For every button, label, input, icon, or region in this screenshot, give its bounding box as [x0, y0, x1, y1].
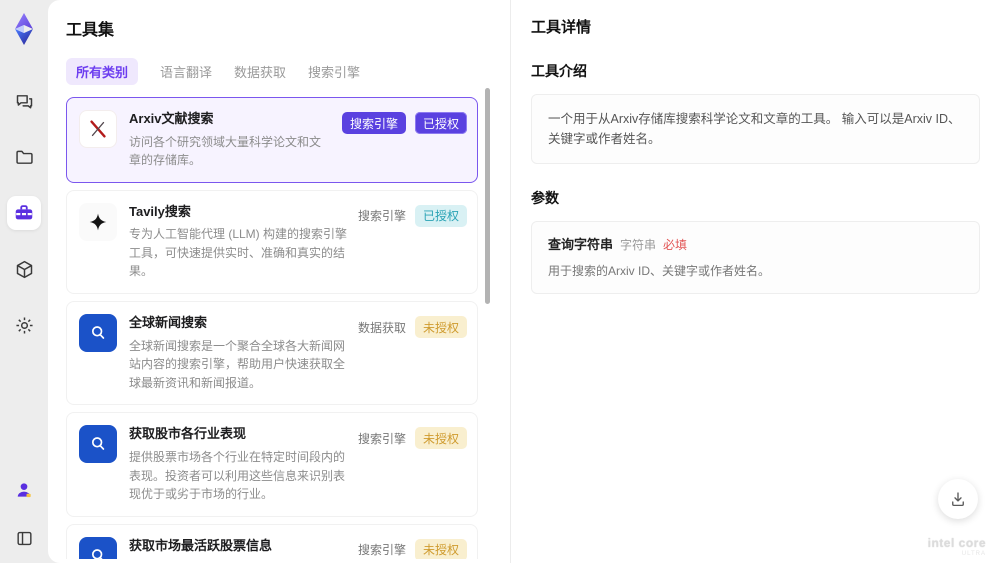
intel-core-logo: intel core ULTRA: [928, 537, 986, 557]
tab-data-fetch[interactable]: 数据获取: [234, 62, 286, 81]
panel-collapse-icon: [15, 529, 34, 548]
nav-toolbox[interactable]: [7, 196, 41, 230]
intel-core-wordmark: intel core: [927, 536, 986, 550]
tool-intro-text: 一个用于从Arxiv存储库搜索科学论文和文章的工具。 输入可以是Arxiv ID…: [531, 94, 980, 164]
tool-name: 全球新闻搜索: [129, 315, 208, 331]
status-badge: 已授权: [414, 204, 467, 227]
gear-icon: [14, 315, 35, 336]
app-rail: [0, 0, 48, 563]
tool-row-tavily[interactable]: Tavily搜索 专为人工智能代理 (LLM) 构建的搜索引擎工具，可快速提供实…: [66, 189, 478, 295]
tool-name: Arxiv文献搜索: [129, 111, 214, 126]
status-badge: 未授权: [414, 427, 467, 450]
list-scrollbar[interactable]: [485, 88, 490, 304]
category-label: 搜索引擎: [357, 543, 406, 558]
category-label: 搜索引擎: [357, 209, 406, 224]
detail-title: 工具详情: [531, 19, 592, 36]
stock-search-icon: [79, 425, 117, 464]
intel-ultra-label: ULTRA: [961, 551, 986, 557]
folder-icon: [14, 147, 35, 168]
package-icon: [14, 259, 35, 280]
collapse-sidebar-button[interactable]: [7, 521, 41, 555]
tool-name: Tavily搜索: [129, 203, 191, 219]
tool-desc: 全球新闻搜索是一个聚合全球各大新闻网站内容的搜索引擎，帮助用户快速获取全球最新资…: [129, 338, 346, 390]
main-card: 工具集 所有类别 语言翻译 数据获取 搜索引擎 Arxiv文献搜索 访问各个研究…: [48, 0, 1000, 563]
tab-search-engine[interactable]: 搜索引擎: [308, 62, 360, 81]
arxiv-logo-icon: [79, 110, 117, 148]
param-type: 字符串: [620, 238, 657, 252]
nav-files[interactable]: [7, 140, 41, 174]
news-search-icon: [79, 314, 117, 353]
param-name: 查询字符串: [548, 237, 614, 252]
category-label: 数据获取: [357, 320, 406, 335]
category-tabs: 所有类别 语言翻译 数据获取 搜索引擎: [66, 58, 510, 85]
status-badge: 已授权: [414, 112, 467, 134]
tool-name: 获取股市各行业表现: [129, 426, 247, 442]
tool-row-global-news[interactable]: 全球新闻搜索 全球新闻搜索是一个聚合全球各大新闻网站内容的搜索引擎，帮助用户快速…: [66, 301, 478, 406]
category-label: 搜索引擎: [357, 431, 406, 446]
tool-name: 获取市场最活跃股票信息: [129, 537, 273, 553]
nav-chat[interactable]: [7, 84, 41, 118]
status-badge: 未授权: [414, 538, 467, 559]
tool-list-pane: 工具集 所有类别 语言翻译 数据获取 搜索引擎 Arxiv文献搜索 访问各个研究…: [48, 0, 510, 563]
page-title: 工具集: [66, 22, 115, 39]
param-desc: 用于搜索的Arxiv ID、关键字或作者姓名。: [548, 264, 771, 278]
stock-search-icon: [79, 536, 117, 559]
download-button[interactable]: [938, 479, 978, 519]
tool-desc: 专为人工智能代理 (LLM) 构建的搜索引擎工具，可快速提供实时、准确和真实的结…: [129, 227, 348, 279]
chat-icon: [14, 91, 35, 112]
tool-detail-pane: 工具详情 工具介绍 一个用于从Arxiv存储库搜索科学论文和文章的工具。 输入可…: [510, 0, 1000, 563]
status-badge: 未授权: [414, 316, 467, 339]
tool-row-sector-performance[interactable]: 获取股市各行业表现 提供股票市场各个行业在特定时间段内的表现。投资者可以利用这些…: [66, 412, 478, 517]
app-logo-icon[interactable]: [9, 12, 39, 46]
user-avatar[interactable]: [7, 473, 41, 507]
category-badge: 搜索引擎: [341, 112, 406, 134]
intro-heading: 工具介绍: [531, 63, 587, 79]
tool-desc: 提供股票市场各个行业在特定时间段内的表现。投资者可以利用这些信息来识别表现优于或…: [129, 449, 346, 502]
tab-translation[interactable]: 语言翻译: [160, 62, 212, 81]
tool-row-arxiv[interactable]: Arxiv文献搜索 访问各个研究领域大量科学论文和文章的存储库。 搜索引擎 已授…: [66, 97, 478, 183]
params-heading: 参数: [531, 190, 559, 206]
user-icon: [14, 480, 34, 500]
tavily-star-icon: [79, 202, 117, 241]
tool-desc: 访问各个研究领域大量科学论文和文章的存储库。: [129, 134, 322, 168]
param-card: 查询字符串 字符串 必填 用于搜索的Arxiv ID、关键字或作者姓名。: [531, 221, 980, 294]
download-icon: [949, 490, 967, 508]
tool-row-most-active-stocks[interactable]: 获取市场最活跃股票信息 提供当天交易量最高的股票列表，投资者可以利用这些信息来识…: [66, 523, 478, 559]
tool-list: Arxiv文献搜索 访问各个研究领域大量科学论文和文章的存储库。 搜索引擎 已授…: [66, 97, 478, 559]
nav-settings[interactable]: [7, 308, 41, 342]
tab-all-categories[interactable]: 所有类别: [66, 58, 139, 85]
param-required-flag: 必填: [663, 238, 688, 252]
nav-models[interactable]: [7, 252, 41, 286]
toolbox-icon: [13, 202, 35, 224]
